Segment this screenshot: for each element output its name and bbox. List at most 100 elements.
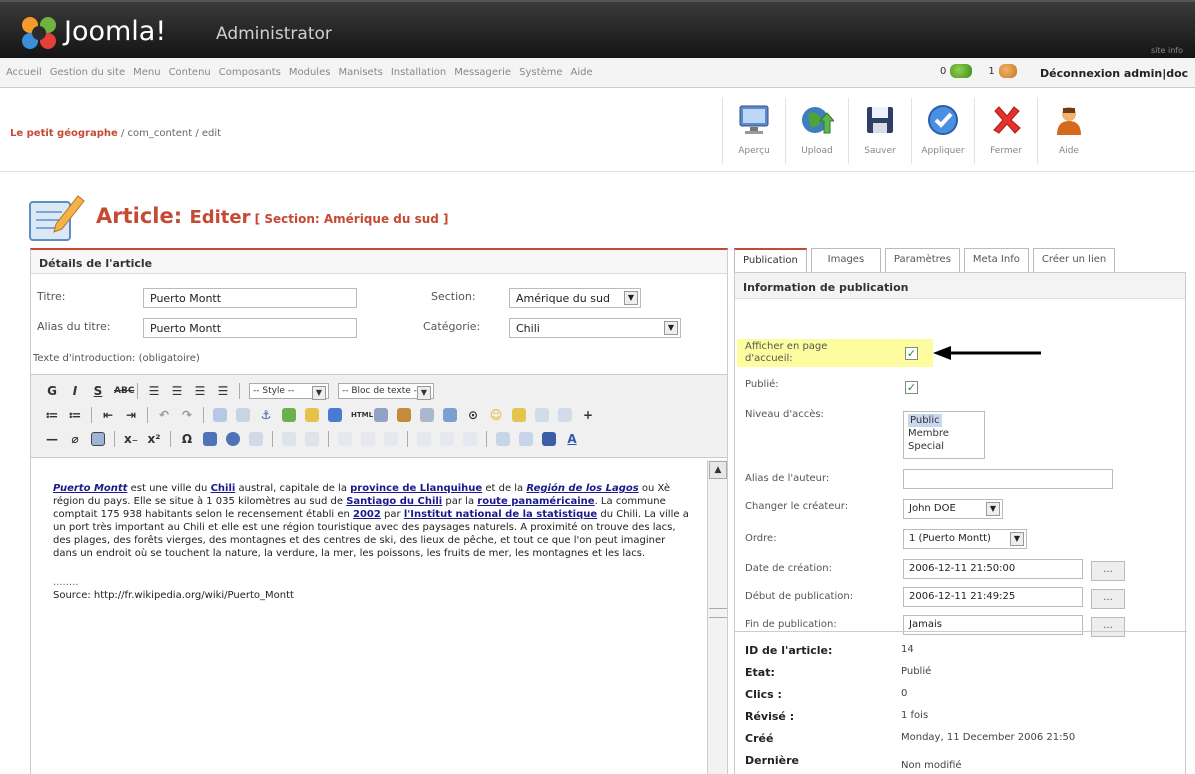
alias-input[interactable]: Puerto Montt: [143, 318, 357, 338]
link-puerto-montt[interactable]: Puerto Montt: [53, 483, 127, 494]
visual-aid-icon[interactable]: [91, 432, 105, 446]
media-icon[interactable]: [512, 408, 526, 422]
redo-icon[interactable]: ↷: [180, 408, 194, 422]
delete-col-icon[interactable]: [463, 432, 477, 446]
anchor-icon[interactable]: ⚓: [259, 408, 273, 422]
insert-date-icon[interactable]: [374, 408, 388, 422]
menu-item-systeme[interactable]: Système: [519, 67, 562, 78]
bullet-list-icon[interactable]: ≔: [45, 408, 59, 422]
find-icon[interactable]: [397, 408, 411, 422]
pub-end-calendar-button[interactable]: ...: [1091, 617, 1125, 637]
link-2002[interactable]: 2002: [353, 509, 381, 520]
unlink-icon[interactable]: [236, 408, 250, 422]
logout-link[interactable]: Déconnexion admin|doc: [1040, 67, 1188, 80]
horizontal-rule-icon[interactable]: —: [45, 432, 59, 446]
image-icon[interactable]: [282, 408, 296, 422]
tab-parametres[interactable]: Paramètres: [884, 248, 960, 272]
menu-item-composants[interactable]: Composants: [219, 67, 281, 78]
link-route[interactable]: route panaméricaine: [477, 496, 594, 507]
row-after-icon[interactable]: [361, 432, 375, 446]
print-icon[interactable]: ⊙: [466, 408, 480, 422]
upload-button[interactable]: Upload: [785, 98, 848, 164]
link-santiago[interactable]: Santiago du Chili: [346, 496, 442, 507]
link-province[interactable]: province de Llanquihue: [350, 483, 482, 494]
insert-table-icon[interactable]: [443, 408, 457, 422]
pub-start-calendar-button[interactable]: ...: [1091, 589, 1125, 609]
link-icon[interactable]: [213, 408, 227, 422]
tab-meta-info[interactable]: Meta Info: [963, 248, 1029, 272]
access-option-special[interactable]: Special: [908, 440, 980, 453]
created-calendar-button[interactable]: ...: [1091, 561, 1125, 581]
col-after-icon[interactable]: [440, 432, 454, 446]
media-link-icon[interactable]: [203, 432, 217, 446]
emotions-icon[interactable]: ☺: [489, 408, 503, 422]
replace-icon[interactable]: [420, 408, 434, 422]
tab-creer-lien[interactable]: Créer un lien: [1032, 248, 1116, 272]
published-checkbox[interactable]: ✓: [905, 381, 918, 394]
align-left-icon[interactable]: ☰: [147, 384, 161, 398]
pub-end-input[interactable]: Jamais: [903, 615, 1083, 635]
access-option-membre[interactable]: Membre: [908, 427, 980, 440]
layer2-icon[interactable]: [558, 408, 572, 422]
section-select[interactable]: Amérique du sud ▼: [509, 288, 641, 308]
align-center-icon[interactable]: ☰: [170, 384, 184, 398]
template-icon[interactable]: [249, 432, 263, 446]
title-input[interactable]: Puerto Montt: [143, 288, 357, 308]
menu-item-installation[interactable]: Installation: [391, 67, 446, 78]
menu-item-contenu[interactable]: Contenu: [169, 67, 211, 78]
link-region[interactable]: Región de los Lagos: [526, 483, 638, 494]
menu-item-accueil[interactable]: Accueil: [6, 67, 42, 78]
italic-button[interactable]: I: [68, 384, 82, 398]
messages-icon[interactable]: [950, 64, 973, 78]
author-alias-input[interactable]: [903, 469, 1113, 489]
outdent-icon[interactable]: ⇤: [101, 408, 115, 422]
table-props-icon[interactable]: [542, 432, 556, 446]
menu-item-messagerie[interactable]: Messagerie: [454, 67, 511, 78]
preview-button[interactable]: Aperçu: [722, 98, 785, 164]
scroll-thumb[interactable]: [709, 608, 727, 618]
delete-row-icon[interactable]: [384, 432, 398, 446]
row-before-icon[interactable]: [338, 432, 352, 446]
special-char-icon[interactable]: Ω: [180, 432, 194, 446]
tab-publication[interactable]: Publication: [734, 248, 807, 272]
tab-images[interactable]: Images: [810, 248, 881, 272]
help-button[interactable]: Aide: [1037, 98, 1100, 164]
align-justify-icon[interactable]: ☰: [216, 384, 230, 398]
menu-item-aide[interactable]: Aide: [571, 67, 593, 78]
link-chili[interactable]: Chili: [211, 483, 236, 494]
remove-format-icon[interactable]: ⌀: [68, 432, 82, 446]
users-icon[interactable]: [998, 64, 1017, 78]
block-format-select[interactable]: -- Bloc de texte -- ▼: [338, 383, 434, 400]
underline-button[interactable]: S: [91, 384, 105, 398]
col-before-icon[interactable]: [417, 432, 431, 446]
superscript-icon[interactable]: x²: [147, 432, 161, 446]
category-select[interactable]: Chili ▼: [509, 318, 681, 338]
split-cells-icon[interactable]: [496, 432, 510, 446]
save-button[interactable]: Sauver: [848, 98, 911, 164]
menu-item-manisets[interactable]: Manisets: [338, 67, 382, 78]
subscript-icon[interactable]: x₋: [124, 432, 138, 446]
menu-item-gestion-site[interactable]: Gestion du site: [50, 67, 125, 78]
numbered-list-icon[interactable]: ≔: [68, 408, 82, 422]
breadcrumb-site[interactable]: Le petit géographe: [10, 128, 118, 139]
menu-item-modules[interactable]: Modules: [289, 67, 331, 78]
menu-item-menu[interactable]: Menu: [133, 67, 160, 78]
strike-button[interactable]: ABC: [114, 386, 134, 396]
undo-icon[interactable]: ↶: [157, 408, 171, 422]
creator-select[interactable]: John DOE ▼: [903, 499, 1003, 519]
pub-start-input[interactable]: 2006-12-11 21:49:25: [903, 587, 1083, 607]
table-row-props-icon[interactable]: [282, 432, 296, 446]
link-institut[interactable]: l'Institut national de la statistique: [404, 509, 597, 520]
apply-button[interactable]: Appliquer: [911, 98, 974, 164]
scroll-up-icon[interactable]: ▲: [709, 461, 727, 479]
created-date-input[interactable]: 2006-12-11 21:50:00: [903, 559, 1083, 579]
font-color-icon[interactable]: A: [565, 432, 579, 446]
style-select[interactable]: -- Style -- ▼: [249, 383, 329, 400]
help-editor-icon[interactable]: [328, 408, 342, 422]
editor-scrollbar[interactable]: ▲: [707, 460, 727, 774]
editor-content[interactable]: Puerto Montt est une ville du Chili aust…: [31, 460, 707, 774]
merge-cells-icon[interactable]: [519, 432, 533, 446]
close-button[interactable]: Fermer: [974, 98, 1037, 164]
fullscreen-icon[interactable]: [226, 432, 240, 446]
align-right-icon[interactable]: ☰: [193, 384, 207, 398]
